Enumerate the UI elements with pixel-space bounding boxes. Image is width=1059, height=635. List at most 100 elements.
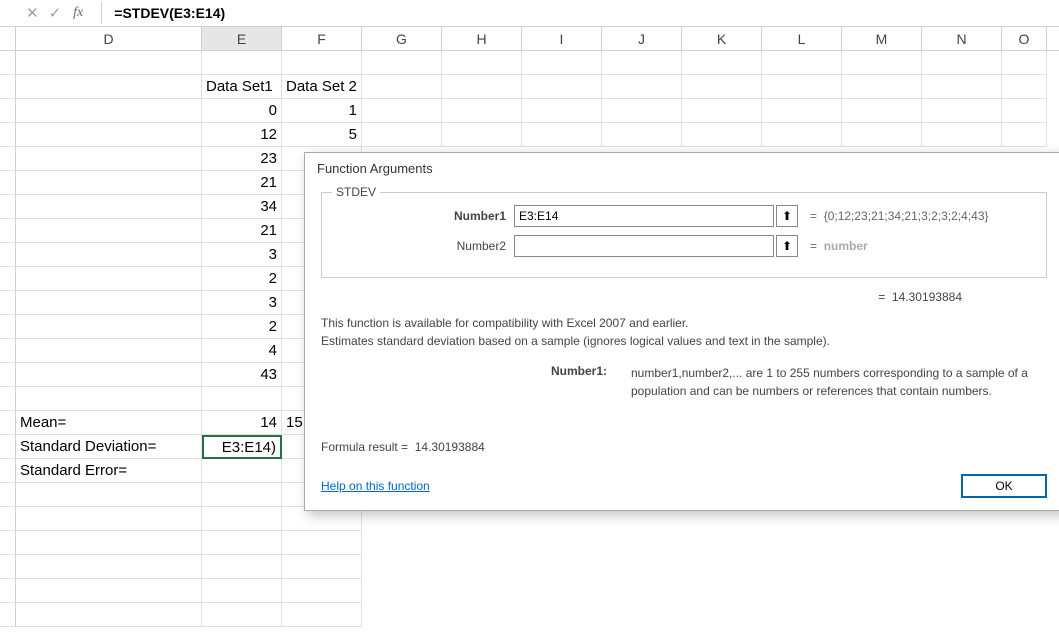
cell[interactable]: 43 bbox=[202, 363, 282, 387]
cell-mean-label[interactable]: Mean= bbox=[16, 411, 202, 435]
cell[interactable] bbox=[16, 195, 202, 219]
cell[interactable] bbox=[442, 51, 522, 75]
cell[interactable] bbox=[682, 75, 762, 99]
cell[interactable] bbox=[282, 531, 362, 555]
col-header-k[interactable]: K bbox=[682, 27, 762, 50]
cell[interactable] bbox=[602, 123, 682, 147]
accept-icon[interactable]: ✓ bbox=[49, 4, 62, 22]
cell[interactable] bbox=[202, 555, 282, 579]
cell[interactable] bbox=[842, 75, 922, 99]
cell[interactable] bbox=[202, 507, 282, 531]
cell[interactable] bbox=[442, 123, 522, 147]
cell[interactable] bbox=[922, 99, 1002, 123]
cell[interactable] bbox=[16, 339, 202, 363]
col-header-f[interactable]: F bbox=[282, 27, 362, 50]
cell[interactable]: 4 bbox=[202, 339, 282, 363]
cell[interactable] bbox=[16, 603, 202, 627]
cell[interactable] bbox=[202, 51, 282, 75]
cell[interactable] bbox=[282, 51, 362, 75]
cell[interactable]: 21 bbox=[202, 171, 282, 195]
cell[interactable] bbox=[602, 99, 682, 123]
cancel-icon[interactable]: ✕ bbox=[26, 4, 39, 22]
cell[interactable] bbox=[522, 75, 602, 99]
col-header-m[interactable]: M bbox=[842, 27, 922, 50]
cell-stderr-label[interactable]: Standard Error= bbox=[16, 459, 202, 483]
col-header-n[interactable]: N bbox=[922, 27, 1002, 50]
cell[interactable] bbox=[522, 99, 602, 123]
fx-icon[interactable]: fx bbox=[71, 5, 85, 21]
cell[interactable] bbox=[202, 459, 282, 483]
cell[interactable] bbox=[16, 219, 202, 243]
cell[interactable] bbox=[16, 267, 202, 291]
number1-input[interactable] bbox=[514, 205, 774, 227]
cell[interactable] bbox=[16, 123, 202, 147]
cell[interactable] bbox=[922, 51, 1002, 75]
cell[interactable]: 3 bbox=[202, 291, 282, 315]
cell[interactable]: 23 bbox=[202, 147, 282, 171]
cell[interactable] bbox=[16, 363, 202, 387]
cell[interactable] bbox=[842, 123, 922, 147]
cell[interactable] bbox=[282, 579, 362, 603]
col-header-i[interactable]: I bbox=[522, 27, 602, 50]
cell[interactable] bbox=[842, 99, 922, 123]
cell[interactable] bbox=[762, 99, 842, 123]
cell[interactable] bbox=[922, 123, 1002, 147]
cell[interactable] bbox=[1002, 51, 1047, 75]
cell[interactable]: Data Set 2 bbox=[282, 75, 362, 99]
cell[interactable]: 0 bbox=[202, 99, 282, 123]
cell[interactable] bbox=[202, 387, 282, 411]
cell[interactable] bbox=[16, 387, 202, 411]
number2-input[interactable] bbox=[514, 235, 774, 257]
col-header-o[interactable]: O bbox=[1002, 27, 1047, 50]
cell[interactable] bbox=[922, 75, 1002, 99]
cell[interactable] bbox=[682, 51, 762, 75]
cell[interactable] bbox=[202, 579, 282, 603]
cell[interactable] bbox=[16, 51, 202, 75]
cell[interactable] bbox=[362, 99, 442, 123]
col-header-d[interactable]: D bbox=[16, 27, 202, 50]
cell[interactable]: 2 bbox=[202, 315, 282, 339]
cell[interactable] bbox=[522, 123, 602, 147]
cell[interactable]: Data Set1 bbox=[202, 75, 282, 99]
cell[interactable] bbox=[282, 603, 362, 627]
cell[interactable]: 34 bbox=[202, 195, 282, 219]
cell[interactable] bbox=[282, 555, 362, 579]
cell[interactable] bbox=[16, 531, 202, 555]
ok-button[interactable]: OK bbox=[961, 474, 1047, 498]
cell[interactable] bbox=[16, 99, 202, 123]
corner-cell[interactable] bbox=[0, 27, 16, 50]
cell[interactable] bbox=[16, 507, 202, 531]
col-header-j[interactable]: J bbox=[602, 27, 682, 50]
cell[interactable] bbox=[202, 531, 282, 555]
cell[interactable] bbox=[602, 51, 682, 75]
cell[interactable] bbox=[16, 579, 202, 603]
cell-mean-e[interactable]: 14 bbox=[202, 411, 282, 435]
cell[interactable] bbox=[16, 555, 202, 579]
cell[interactable] bbox=[762, 51, 842, 75]
cell[interactable] bbox=[522, 51, 602, 75]
cell[interactable] bbox=[16, 243, 202, 267]
cell[interactable] bbox=[202, 603, 282, 627]
cell[interactable] bbox=[762, 75, 842, 99]
cell-stddev-label[interactable]: Standard Deviation= bbox=[16, 435, 202, 459]
cell[interactable] bbox=[362, 51, 442, 75]
active-cell[interactable]: E3:E14) bbox=[202, 435, 282, 459]
cell[interactable] bbox=[16, 147, 202, 171]
col-header-h[interactable]: H bbox=[442, 27, 522, 50]
cell[interactable] bbox=[1002, 99, 1047, 123]
help-link[interactable]: Help on this function bbox=[321, 479, 430, 493]
cell[interactable]: 2 bbox=[202, 267, 282, 291]
cell[interactable] bbox=[362, 75, 442, 99]
cell[interactable] bbox=[842, 51, 922, 75]
cell[interactable] bbox=[1002, 75, 1047, 99]
collapse-dialog-button[interactable]: ⬆ bbox=[776, 235, 798, 257]
cell[interactable]: 5 bbox=[282, 123, 362, 147]
cell[interactable]: 21 bbox=[202, 219, 282, 243]
cell[interactable] bbox=[202, 483, 282, 507]
cell[interactable] bbox=[682, 123, 762, 147]
cell[interactable] bbox=[16, 291, 202, 315]
cell[interactable] bbox=[362, 123, 442, 147]
col-header-l[interactable]: L bbox=[762, 27, 842, 50]
cell[interactable] bbox=[16, 75, 202, 99]
cell[interactable] bbox=[442, 75, 522, 99]
